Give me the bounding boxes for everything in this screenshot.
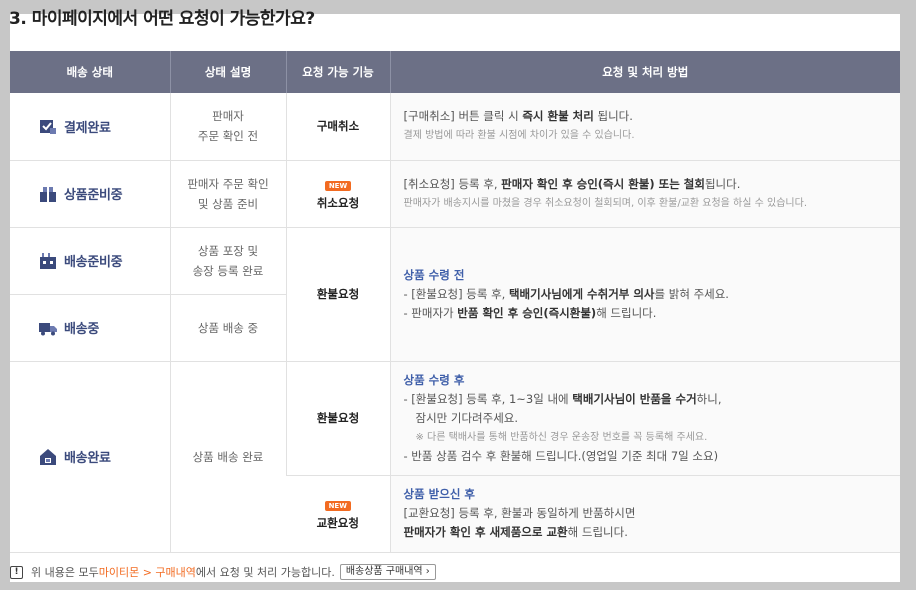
col-header-function: 요청 가능 기능 bbox=[285, 51, 390, 93]
status-label: 상품준비중 bbox=[64, 188, 123, 203]
footer-note: ! 위 내용은 모두 마이티몬 > 구매내역 에서 요청 및 처리 가능합니다.… bbox=[10, 564, 900, 580]
status-label: 배송중 bbox=[64, 322, 99, 337]
status-description: 판매자 주문 확인 및 상품 준비 bbox=[169, 160, 286, 228]
method-note: 결제 방법에 따라 환불 시점에 차이가 있을 수 있습니다. bbox=[403, 130, 635, 142]
status-cell: 배송완료 bbox=[10, 361, 170, 553]
purchase-history-link[interactable]: 마이티몬 > 구매내역 bbox=[99, 564, 196, 580]
description-line: 주문 확인 전 bbox=[197, 129, 259, 144]
method-line: - 판매자가 반품 확인 후 승인(즉시환불)해 드립니다. bbox=[403, 305, 657, 320]
request-table: 배송 상태 상태 설명 요청 가능 기능 요청 및 처리 방법 결제완료 판매자 bbox=[10, 51, 900, 553]
gift-box-icon bbox=[40, 186, 56, 202]
method-line: - [환불요청] 등록 후, 1~3일 내에 택배기사님이 반품을 수거하니, bbox=[403, 391, 722, 406]
status-cell: 배송중 bbox=[10, 294, 170, 362]
description-line: 판매자 주문 확인 bbox=[187, 176, 269, 191]
new-badge: NEW bbox=[324, 500, 351, 511]
col-header-method: 요청 및 처리 방법 bbox=[389, 51, 900, 93]
method-line: - 반품 상품 검수 후 환불해 드립니다.(영업일 기준 최대 7일 소요) bbox=[403, 448, 719, 463]
method-line: [취소요청] 등록 후, 판매자 확인 후 승인(즉시 환불) 또는 철회됩니다… bbox=[403, 176, 741, 191]
method-cell: 상품 받으신 후 [교환요청] 등록 후, 환불과 동일하게 반품하시면 판매자… bbox=[389, 475, 900, 553]
table-header-row: 배송 상태 상태 설명 요청 가능 기능 요청 및 처리 방법 bbox=[10, 51, 900, 93]
function-label: 교환요청 bbox=[316, 515, 359, 530]
purchase-history-button[interactable]: 배송상품 구매내역 › bbox=[339, 564, 436, 580]
method-line: [교환요청] 등록 후, 환불과 동일하게 반품하시면 bbox=[403, 506, 636, 520]
function-cell: 구매취소 bbox=[285, 93, 390, 161]
table-row-preparing: 상품준비중 판매자 주문 확인 및 상품 준비 NEW 취소요청 [취소요청] … bbox=[10, 160, 900, 228]
method-line: [구매취소] 버튼 클릭 시 즉시 환불 처리 됩니다. bbox=[403, 109, 633, 124]
page-title: 3. 마이페이지에서 어떤 요청이 가능한가요? bbox=[9, 9, 315, 29]
new-badge: NEW bbox=[324, 180, 352, 191]
exclamation-icon: ! bbox=[10, 565, 23, 579]
method-heading: 상품 수령 후 bbox=[403, 372, 465, 387]
method-line: 판매자가 확인 후 새제품으로 교환해 드립니다. bbox=[403, 525, 628, 539]
description-line: 및 상품 준비 bbox=[197, 196, 259, 211]
payment-check-icon bbox=[40, 120, 56, 135]
status-cell: 상품준비중 bbox=[10, 160, 170, 228]
method-cell: 상품 수령 전 - [환불요청] 등록 후, 택배기사님에게 수취거부 의사를 … bbox=[389, 227, 900, 362]
description-line: 송장 등록 완료 bbox=[192, 263, 264, 278]
status-description: 판매자 주문 확인 전 bbox=[169, 93, 286, 161]
col-header-description: 상태 설명 bbox=[169, 51, 286, 93]
status-cell: 배송준비중 bbox=[10, 227, 170, 295]
method-cell: [취소요청] 등록 후, 판매자 확인 후 승인(즉시 환불) 또는 철회됩니다… bbox=[389, 160, 900, 228]
description-line: 상품 포장 및 bbox=[197, 243, 259, 258]
method-line: 잠시만 기다려주세요. bbox=[415, 410, 519, 425]
col-header-status: 배송 상태 bbox=[10, 51, 170, 93]
status-description: 상품 배송 완료 bbox=[169, 361, 286, 553]
status-description: 상품 배송 중 bbox=[169, 294, 286, 362]
function-cell: 환불요청 bbox=[285, 227, 390, 362]
function-cell: 환불요청 bbox=[285, 361, 390, 476]
table-row-delivered: 배송완료 상품 배송 완료 환불요청 상품 수령 후 - [환불요청] 등록 후… bbox=[10, 361, 900, 553]
method-heading: 상품 받으신 후 bbox=[403, 487, 476, 501]
status-cell: 결제완료 bbox=[10, 93, 170, 161]
method-heading: 상품 수령 전 bbox=[403, 267, 465, 282]
function-label: 취소요청 bbox=[316, 195, 360, 210]
table-row-ship-ready: 배송준비중 상품 포장 및 송장 등록 완료 환불요청 상품 수령 전 - [환… bbox=[10, 227, 900, 362]
status-label: 배송준비중 bbox=[64, 255, 123, 270]
status-description: 상품 포장 및 송장 등록 완료 bbox=[169, 227, 286, 295]
table-row-paid: 결제완료 판매자 주문 확인 전 구매취소 [구매취소] 버튼 클릭 시 즉시 … bbox=[10, 93, 900, 161]
method-cell: [구매취소] 버튼 클릭 시 즉시 환불 처리 됩니다. 결제 방법에 따라 환… bbox=[389, 93, 900, 161]
method-note: ※ 다른 택배사를 통해 반품하신 경우 운송장 번호를 꼭 등록해 주세요. bbox=[415, 431, 708, 443]
status-label: 결제완료 bbox=[64, 120, 111, 136]
function-cell: NEW 취소요청 bbox=[285, 160, 390, 228]
method-note: 판매자가 배송지시를 마쳤을 경우 취소요청이 철회되며, 이후 환불/교환 요… bbox=[403, 197, 808, 209]
method-line: - [환불요청] 등록 후, 택배기사님에게 수취거부 의사를 밝혀 주세요. bbox=[403, 286, 729, 301]
footer-text-prefix: 위 내용은 모두 bbox=[31, 566, 99, 579]
footer-text-suffix: 에서 요청 및 처리 가능합니다. bbox=[195, 566, 335, 579]
description-line: 판매자 bbox=[212, 109, 244, 124]
status-label: 배송완료 bbox=[64, 451, 111, 466]
delivery-truck-icon bbox=[39, 322, 57, 335]
warehouse-icon bbox=[40, 252, 56, 269]
method-cell: 상품 수령 후 - [환불요청] 등록 후, 1~3일 내에 택배기사님이 반품… bbox=[389, 361, 900, 476]
home-delivered-icon bbox=[40, 448, 56, 465]
function-cell: NEW 교환요청 bbox=[286, 475, 390, 553]
